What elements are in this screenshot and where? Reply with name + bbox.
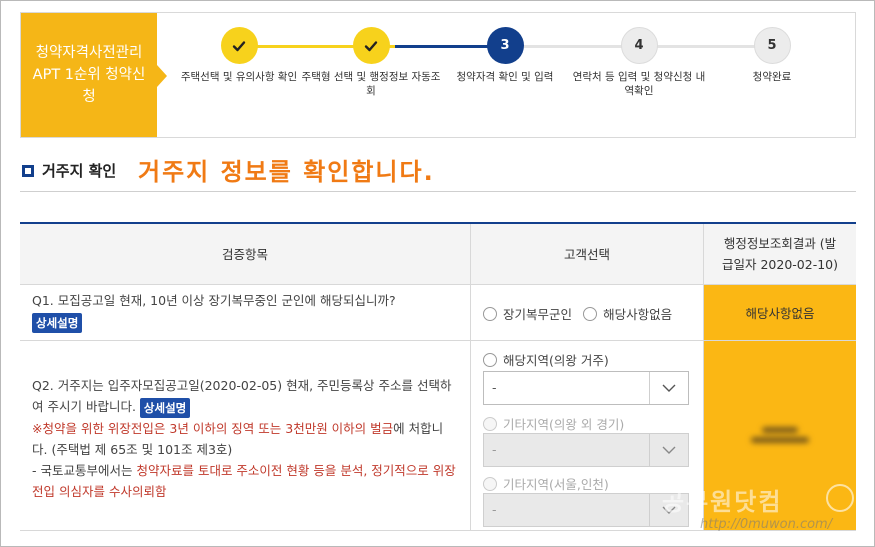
table-row-q1: Q1. 모집공고일 현재, 10년 이상 장기복무중인 군인에 해당되십니까? …	[20, 285, 856, 341]
q2-region3-value: -	[492, 502, 497, 517]
q2-question: Q2. 거주지는 입주자모집공고일(2020-02-05) 현재, 주민등록상 …	[32, 378, 452, 414]
step-label: 청약완료	[752, 71, 792, 83]
step-5: 5 청약완료	[702, 27, 842, 84]
q1-text-wrap: Q1. 모집공고일 현재, 10년 이상 장기복무중인 군인에 해당되십니까? …	[20, 285, 470, 333]
q2-region2-select[interactable]: -	[483, 433, 689, 467]
q1-choice-cell: 장기복무군인 해당사항없음	[471, 285, 704, 340]
check-icon	[352, 27, 390, 64]
section-heading: 거주지 확인 거주지 정보를 확인합니다.	[20, 156, 856, 192]
process-title: 청약자격사전관리 APT 1순위 청약신청	[21, 13, 157, 137]
table-header-row: 검증항목 고객선택 행정정보조회결과 (발급일자 2020-02-10)	[20, 224, 856, 285]
step-number: 4	[620, 27, 658, 64]
step-number: 5	[753, 27, 791, 64]
q2-region2-option: 기타지역(의왕 외 경기)	[483, 413, 624, 433]
q1-option-long-service: 장기복무군인	[503, 307, 573, 322]
q1-radio-none[interactable]	[583, 306, 598, 321]
q2-warning-penalty: ※청약을 위한 위장전입은 3년 이하의 징역 또는 3천만원 이하의 벌금	[32, 420, 394, 436]
q2-region2-value: -	[492, 442, 497, 457]
chevron-down-icon	[662, 446, 676, 454]
q2-region3-option: 기타지역(서울,인천)	[483, 473, 609, 493]
q2-region3-label: 기타지역(서울,인천)	[503, 477, 609, 492]
q1-question: Q1. 모집공고일 현재, 10년 이상 장기복무중인 군인에 해당되십니까?	[32, 293, 396, 308]
header-result: 행정정보조회결과 (발급일자 2020-02-10)	[704, 224, 856, 284]
square-bullet-icon	[22, 165, 34, 177]
q2-radio-region3[interactable]	[483, 476, 497, 491]
step-1: 주택선택 및 유의사항 확인	[169, 27, 309, 84]
q1-options: 장기복무군인 해당사항없음	[483, 303, 672, 323]
q2-region1-select[interactable]: -	[483, 371, 689, 405]
step-2: 주택형 선택 및 행정정보 자동조회	[301, 27, 441, 98]
residence-table: 검증항목 고객선택 행정정보조회결과 (발급일자 2020-02-10) Q1.…	[20, 222, 856, 531]
q2-region1-option: 해당지역(의왕 거주)	[483, 349, 609, 369]
step-label: 주택형 선택 및 행정정보 자동조회	[301, 71, 441, 97]
q2-warning-prefix: - 국토교통부에서는	[32, 462, 137, 478]
watermark-url: http://0muwon.com/	[700, 517, 833, 532]
watermark-text: 공무원닷컴	[662, 488, 783, 516]
check-icon	[220, 27, 258, 64]
q1-detail-button[interactable]: 상세설명	[32, 312, 83, 333]
header-item: 검증항목	[20, 224, 471, 284]
q2-question-cell: Q2. 거주지는 입주자모집공고일(2020-02-05) 현재, 주민등록상 …	[20, 341, 471, 530]
step-number: 3	[486, 27, 524, 64]
chevron-down-icon	[662, 384, 676, 392]
q2-radio-region2[interactable]	[483, 416, 497, 431]
step-3: 3 청약자격 확인 및 입력	[435, 27, 575, 84]
q2-region1-value: -	[492, 380, 497, 395]
step-label: 청약자격 확인 및 입력	[456, 71, 554, 83]
q2-text-wrap: Q2. 거주지는 입주자모집공고일(2020-02-05) 현재, 주민등록상 …	[20, 341, 470, 502]
section-title: 거주지 확인	[42, 162, 117, 180]
annotation-text: 거주지 정보를 확인합니다.	[138, 158, 435, 186]
q1-result: 해당사항없음	[704, 285, 856, 340]
title-arrow	[157, 65, 167, 87]
watermark-logo-icon	[826, 484, 854, 512]
q2-region2-label: 기타지역(의왕 외 경기)	[503, 417, 625, 432]
header-choice: 고객선택	[471, 224, 704, 284]
redacted-address	[749, 423, 811, 449]
q2-detail-button[interactable]: 상세설명	[139, 397, 191, 418]
progress-steps: 청약자격사전관리 APT 1순위 청약신청 주택선택 및 유의사항 확인 주택형…	[20, 12, 856, 138]
q1-radio-long-service[interactable]	[483, 306, 497, 321]
step-label: 주택선택 및 유의사항 확인	[180, 71, 298, 83]
q1-question-cell: Q1. 모집공고일 현재, 10년 이상 장기복무중인 군인에 해당되십니까? …	[20, 285, 471, 340]
q2-radio-region1[interactable]	[483, 352, 497, 367]
q2-region1-label: 해당지역(의왕 거주)	[503, 353, 609, 368]
step-4: 4 연락처 등 입력 및 청약신청 내역확인	[569, 27, 709, 98]
step-label: 연락처 등 입력 및 청약신청 내역확인	[572, 71, 706, 97]
q2-region3-select[interactable]: -	[483, 493, 689, 527]
q1-option-none: 해당사항없음	[603, 307, 673, 322]
